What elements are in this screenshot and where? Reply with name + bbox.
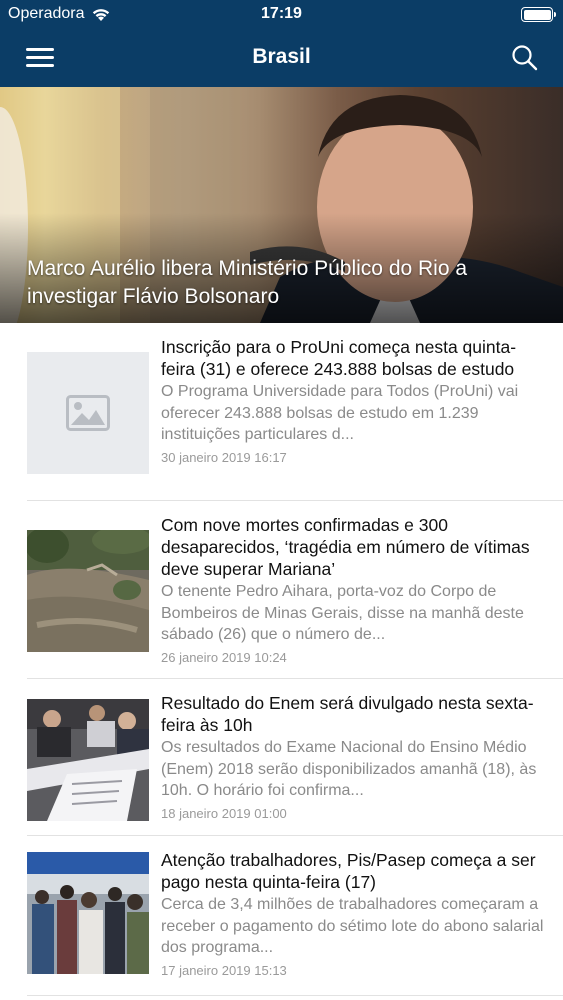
nav-bar: Brasil [0, 30, 563, 87]
hamburger-line [26, 64, 54, 67]
status-time: 17:19 [261, 5, 302, 22]
article-item[interactable]: Inscrição para o ProUni começa nesta qui… [27, 323, 563, 501]
article-date: 30 janeiro 2019 16:17 [161, 449, 287, 465]
article-item[interactable]: Com nove mortes confirmadas e 300 desapa… [27, 501, 563, 679]
article-summary: Os resultados do Exame Nacional do Ensin… [161, 739, 537, 799]
article-headline: Com nove mortes confirmadas e 300 desapa… [161, 515, 530, 579]
article-list: Inscrição para o ProUni começa nesta qui… [0, 323, 563, 996]
hero-headline: Marco Aurélio libera Ministério Público … [27, 257, 468, 308]
article-headline: Resultado do Enem será divulgado nesta s… [161, 693, 534, 735]
article-text: Com nove mortes confirmadas e 300 desapa… [161, 514, 549, 666]
search-icon [512, 45, 538, 71]
article-text: Inscrição para o ProUni começa nesta qui… [161, 336, 549, 466]
featured-article[interactable]: Marco Aurélio libera Ministério Público … [0, 87, 563, 323]
hamburger-icon [26, 48, 54, 51]
battery-icon [521, 7, 556, 22]
status-bar: Operadora 17:19 [0, 0, 563, 30]
search-button[interactable] [509, 42, 541, 74]
article-date: 17 janeiro 2019 15:13 [161, 962, 287, 978]
page-title: Brasil [252, 45, 311, 68]
exam-room-photo [27, 699, 149, 821]
article-headline: Inscrição para o ProUni começa nesta qui… [161, 337, 517, 379]
article-headline: Atenção trabalhadores, Pis/Pasep começa … [161, 850, 536, 892]
article-text: Resultado do Enem será divulgado nesta s… [161, 692, 549, 822]
article-summary: O tenente Pedro Aihara, porta-voz do Cor… [161, 583, 524, 643]
article-summary: O Programa Universidade para Todos (ProU… [161, 383, 519, 443]
hamburger-line [26, 56, 54, 59]
mudslide-photo [27, 530, 149, 652]
queue-photo [27, 852, 149, 974]
article-item[interactable]: Atenção trabalhadores, Pis/Pasep começa … [27, 836, 563, 996]
menu-button[interactable] [22, 44, 58, 72]
article-summary: Cerca de 3,4 milhões de trabalhadores co… [161, 896, 544, 956]
article-date: 18 janeiro 2019 01:00 [161, 805, 287, 821]
image-placeholder-icon [27, 352, 149, 474]
article-item[interactable]: Resultado do Enem será divulgado nesta s… [27, 679, 563, 836]
article-text: Atenção trabalhadores, Pis/Pasep começa … [161, 849, 549, 979]
article-date: 26 janeiro 2019 10:24 [161, 649, 287, 665]
